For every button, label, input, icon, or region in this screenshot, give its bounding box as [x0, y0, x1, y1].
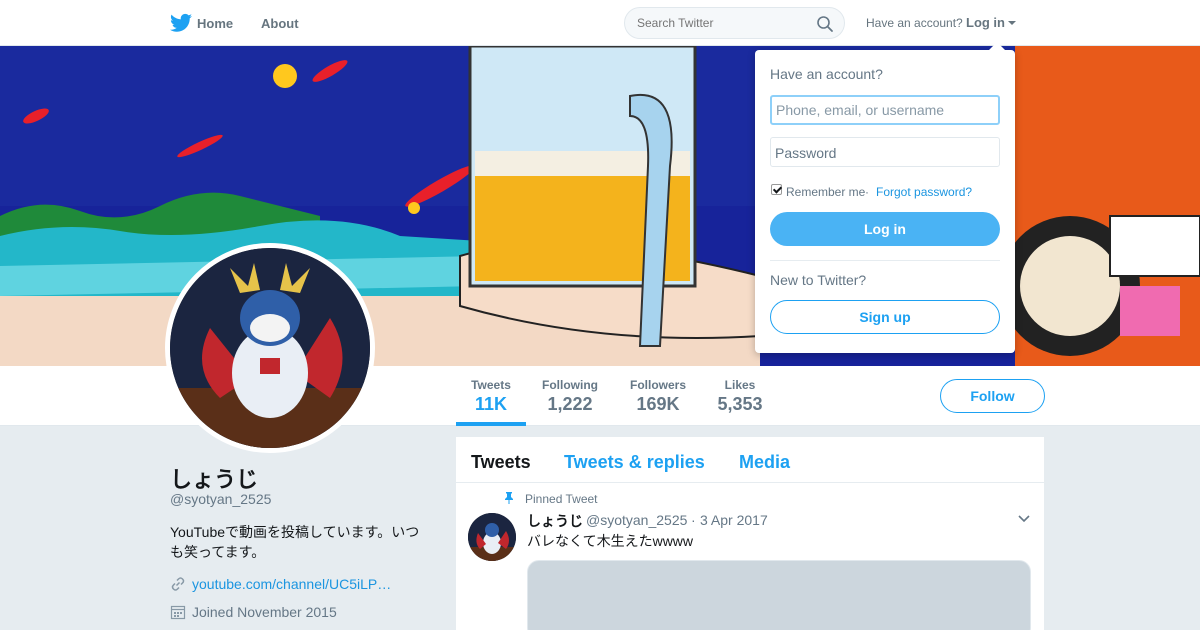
nav-login-link[interactable]: Log in — [966, 15, 1005, 30]
stat-label: Likes — [724, 378, 756, 392]
dropdown-arrow — [989, 42, 1005, 50]
forgot-password-link[interactable]: Forgot password? — [876, 185, 972, 199]
password-field[interactable] — [770, 137, 1000, 167]
have-account-text: Have an account? — [866, 16, 963, 30]
profile-name: しょうじ — [170, 467, 259, 492]
new-to-twitter-text: New to Twitter? — [770, 272, 867, 288]
tab-tweets[interactable]: Tweets — [471, 452, 531, 473]
signup-button[interactable]: Sign up — [770, 300, 1000, 334]
stat-value: 5,353 — [717, 394, 763, 414]
remember-me-label[interactable]: Remember me — [786, 185, 865, 199]
follow-button[interactable]: Follow — [940, 379, 1045, 413]
dropdown-divider — [770, 260, 1000, 261]
search-input[interactable] — [637, 16, 807, 30]
profile-website-link[interactable]: youtube.com/channel/UC5iLP… — [192, 576, 391, 592]
tweet-avatar[interactable] — [468, 513, 516, 561]
profile-bio: YouTubeで動画を投稿しています。いつも笑ってます。 — [170, 524, 420, 560]
nav-home-link[interactable]: Home — [197, 16, 233, 31]
tweet-author-name[interactable]: しょうじ — [527, 511, 583, 531]
tweet-author-handle[interactable]: @syotyan_2525 — [586, 512, 687, 528]
timeline: Tweets Tweets & replies Media Pinned Twe… — [456, 437, 1044, 630]
remember-me-checkbox[interactable] — [771, 184, 782, 195]
stat-value: 169K — [636, 394, 680, 414]
stat-label: Followers — [629, 378, 686, 392]
top-navigation: Home About Have an account? Log in — [0, 0, 1200, 46]
active-stat-indicator — [456, 422, 526, 426]
chevron-down-icon[interactable] — [1018, 515, 1030, 523]
tweet-avatar-illustration — [468, 513, 516, 561]
profile-avatar[interactable] — [165, 243, 375, 453]
tab-tweets-and-replies[interactable]: Tweets & replies — [564, 452, 705, 473]
login-button[interactable]: Log in — [770, 212, 1000, 246]
stat-value: 1,222 — [547, 394, 593, 414]
avatar-illustration — [170, 248, 370, 448]
dropdown-separator: · — [865, 185, 869, 199]
login-dropdown: Have an account? Password Remember me · … — [755, 50, 1015, 353]
search-icon[interactable] — [816, 15, 834, 33]
link-icon — [171, 577, 185, 591]
timeline-tabs: Tweets Tweets & replies Media — [456, 437, 1044, 483]
stat-label: Following — [542, 378, 598, 392]
pin-icon — [505, 492, 513, 504]
tweet-date[interactable]: 3 Apr 2017 — [700, 512, 768, 528]
twitter-bird-icon[interactable] — [170, 13, 192, 33]
tweet-separator: · — [691, 512, 696, 528]
nav-about-link[interactable]: About — [261, 16, 299, 31]
pinned-tweet-label: Pinned Tweet — [525, 492, 598, 506]
joined-date: Joined November 2015 — [192, 604, 337, 620]
username-field[interactable] — [770, 95, 1000, 125]
tab-media[interactable]: Media — [739, 452, 790, 473]
stat-followers[interactable]: Followers 169K — [629, 378, 687, 415]
search-box[interactable] — [624, 7, 845, 39]
profile-handle: @syotyan_2525 — [170, 491, 272, 507]
calendar-icon — [170, 605, 186, 620]
stat-tweets[interactable]: Tweets 11K — [470, 378, 512, 415]
stat-following[interactable]: Following 1,222 — [541, 378, 599, 415]
stat-value: 11K — [474, 394, 508, 414]
tweet-text: バレなくて木生えたwwww — [527, 533, 694, 549]
stat-label: Tweets — [471, 378, 511, 392]
tweet-media[interactable] — [527, 560, 1031, 630]
caret-down-icon[interactable] — [1008, 21, 1016, 25]
stat-likes[interactable]: Likes 5,353 — [715, 378, 765, 415]
dropdown-title: Have an account? — [770, 66, 883, 82]
